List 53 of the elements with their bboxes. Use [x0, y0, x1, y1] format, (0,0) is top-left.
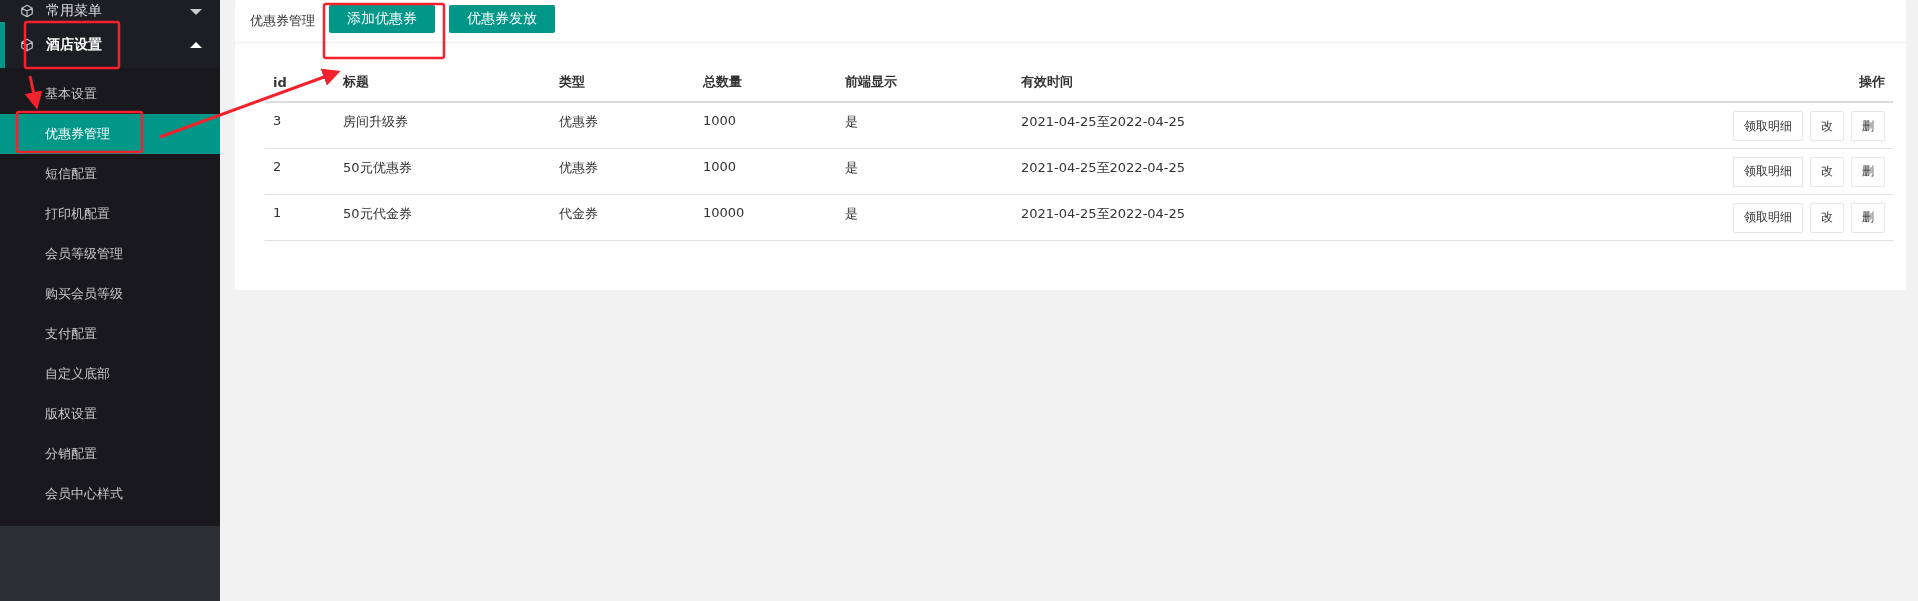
- submenu-item[interactable]: 会员等级管理: [0, 234, 220, 274]
- row-action-button[interactable]: 领取明细: [1733, 111, 1803, 141]
- submenu-item[interactable]: 分销配置: [0, 434, 220, 474]
- submenu-item[interactable]: 优惠券管理: [0, 114, 220, 154]
- table-cell: 代金券: [551, 194, 695, 240]
- row-action-button[interactable]: 删: [1851, 202, 1885, 233]
- table-cell: 是: [837, 194, 1013, 240]
- column-header: 有效时间: [1013, 63, 1460, 102]
- table-cell: 1000: [695, 102, 837, 148]
- column-header: 操作: [1459, 63, 1893, 102]
- annotation-arrow: [24, 75, 43, 110]
- table-cell: 是: [837, 148, 1013, 194]
- submenu-item[interactable]: 会员中心样式: [0, 474, 220, 514]
- action-button[interactable]: 优惠券发放: [449, 5, 555, 33]
- column-header: 类型: [551, 63, 695, 102]
- page-title: 优惠券管理: [250, 12, 315, 30]
- submenu-item[interactable]: 打印机配置: [0, 194, 220, 234]
- submenu-item[interactable]: 购买会员等级: [0, 274, 220, 314]
- column-header: id: [265, 63, 335, 102]
- table-cell: 1000: [695, 148, 837, 194]
- table-cell: 是: [837, 102, 1013, 148]
- column-header: 前端显示: [837, 63, 1013, 102]
- caret-icon: [190, 9, 202, 15]
- table-cell: 3: [265, 102, 335, 148]
- submenu-item[interactable]: 短信配置: [0, 154, 220, 194]
- table-cell: 2021-04-25至2022-04-25: [1013, 102, 1460, 148]
- column-header: 标题: [335, 63, 551, 102]
- column-header: 总数量: [695, 63, 837, 102]
- table-cell: 房间升级券: [335, 102, 551, 148]
- table-cell: 优惠券: [551, 102, 695, 148]
- action-button[interactable]: 添加优惠券: [329, 5, 435, 33]
- row-action-button[interactable]: 改: [1810, 111, 1844, 141]
- table-cell: 1: [265, 194, 335, 240]
- table-cell: 2: [265, 148, 335, 194]
- row-action-button[interactable]: 删: [1851, 156, 1885, 187]
- row-action-button[interactable]: 删: [1851, 111, 1885, 141]
- table-cell: 2021-04-25至2022-04-25: [1013, 194, 1460, 240]
- cube-icon: [20, 38, 34, 52]
- row-action-button[interactable]: 领取明细: [1733, 202, 1803, 233]
- cube-icon: [20, 4, 34, 18]
- table-cell: 50元代金券: [335, 194, 551, 240]
- table-cell: 50元优惠券: [335, 148, 551, 194]
- row-action-button[interactable]: 改: [1810, 202, 1844, 233]
- submenu-item[interactable]: 支付配置: [0, 314, 220, 354]
- submenu-item[interactable]: 自定义底部: [0, 354, 220, 394]
- caret-icon: [190, 42, 202, 48]
- submenu-item[interactable]: 基本设置: [0, 74, 220, 114]
- submenu-item[interactable]: 版权设置: [0, 394, 220, 434]
- row-action-button[interactable]: 领取明细: [1733, 156, 1803, 187]
- row-action-button[interactable]: 改: [1810, 156, 1844, 187]
- table-cell: 10000: [695, 194, 837, 240]
- table-cell: 优惠券: [551, 148, 695, 194]
- table-cell: 2021-04-25至2022-04-25: [1013, 148, 1460, 194]
